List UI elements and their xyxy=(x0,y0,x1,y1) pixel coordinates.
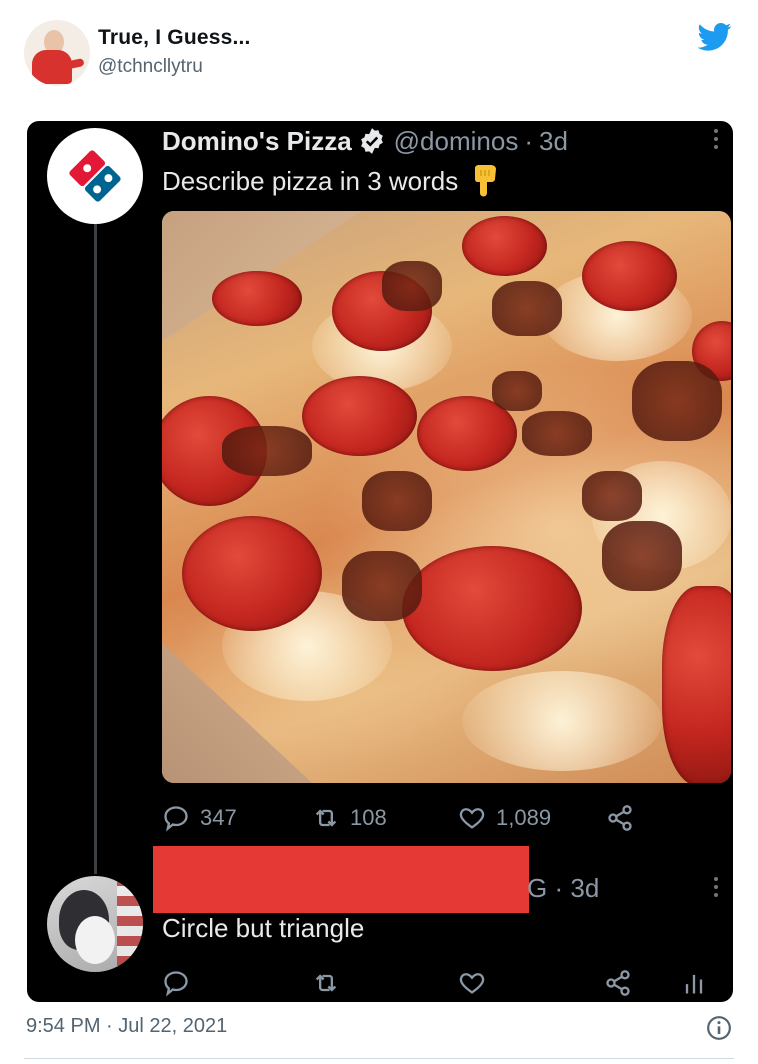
outer-tweet-header: True, I Guess... @tchncllytru xyxy=(24,18,734,88)
analytics-icon[interactable] xyxy=(680,969,708,997)
heart-icon xyxy=(459,808,485,829)
embedded-tweet-age[interactable]: 3d xyxy=(539,126,568,157)
reply-avatar[interactable] xyxy=(47,876,143,972)
outer-display-name[interactable]: True, I Guess... xyxy=(98,26,251,50)
retweet-icon[interactable] xyxy=(312,969,340,997)
info-icon[interactable] xyxy=(706,1015,732,1041)
reply-icon[interactable] xyxy=(162,969,190,997)
share-icon[interactable] xyxy=(604,969,632,997)
share-action[interactable] xyxy=(606,804,644,832)
heart-icon[interactable] xyxy=(458,969,486,997)
outer-avatar[interactable] xyxy=(24,20,90,86)
reply-more-options-icon[interactable] xyxy=(713,877,719,899)
like-action[interactable]: 1,089 xyxy=(458,804,551,832)
reply-count: 347 xyxy=(200,805,237,830)
reply-handle-suffix[interactable]: G xyxy=(527,873,547,903)
twitter-bird-icon[interactable] xyxy=(698,22,732,52)
share-icon xyxy=(608,805,632,831)
like-count: 1,089 xyxy=(496,805,552,830)
embedded-tweet-actions: 347 108 1,089 xyxy=(162,804,642,834)
thread-connector-line xyxy=(94,224,97,874)
reply-separator: · xyxy=(554,873,564,903)
embedded-display-name[interactable]: Domino's Pizza xyxy=(162,126,352,157)
pointing-down-icon xyxy=(475,165,497,197)
outer-handle[interactable]: @tchncllytru xyxy=(98,56,203,78)
embedded-tweet-body: Describe pizza in 3 words xyxy=(162,165,459,196)
reply-action[interactable]: 347 xyxy=(162,804,237,832)
reply-icon xyxy=(164,806,188,832)
outer-timestamp[interactable]: 9:54 PM · Jul 22, 2021 xyxy=(26,1015,227,1038)
pizza-photo[interactable] xyxy=(162,211,731,783)
retweet-icon xyxy=(315,809,337,827)
embedded-tweet-header: Domino's Pizza @dominos · 3d xyxy=(162,123,568,159)
dominos-logo-icon xyxy=(69,150,121,202)
redaction-box xyxy=(153,846,529,913)
embedded-handle[interactable]: @dominos xyxy=(394,126,519,157)
embedded-tweet-screenshot: Domino's Pizza @dominos · 3d Describe pi… xyxy=(27,121,733,1002)
more-options-icon[interactable] xyxy=(713,129,719,151)
dominos-avatar[interactable] xyxy=(47,128,143,224)
reply-age[interactable]: 3d xyxy=(570,873,599,903)
retweet-action[interactable]: 108 xyxy=(312,804,387,832)
separator-dot: · xyxy=(524,125,533,156)
reply-meta: G · 3d xyxy=(527,873,599,904)
reply-actions xyxy=(162,969,722,999)
embedded-tweet-text: Describe pizza in 3 words xyxy=(162,164,500,198)
footer-divider xyxy=(24,1058,734,1059)
reply-text: Circle but triangle xyxy=(162,913,365,943)
verified-badge-icon xyxy=(360,128,383,154)
retweet-count: 108 xyxy=(350,805,387,830)
